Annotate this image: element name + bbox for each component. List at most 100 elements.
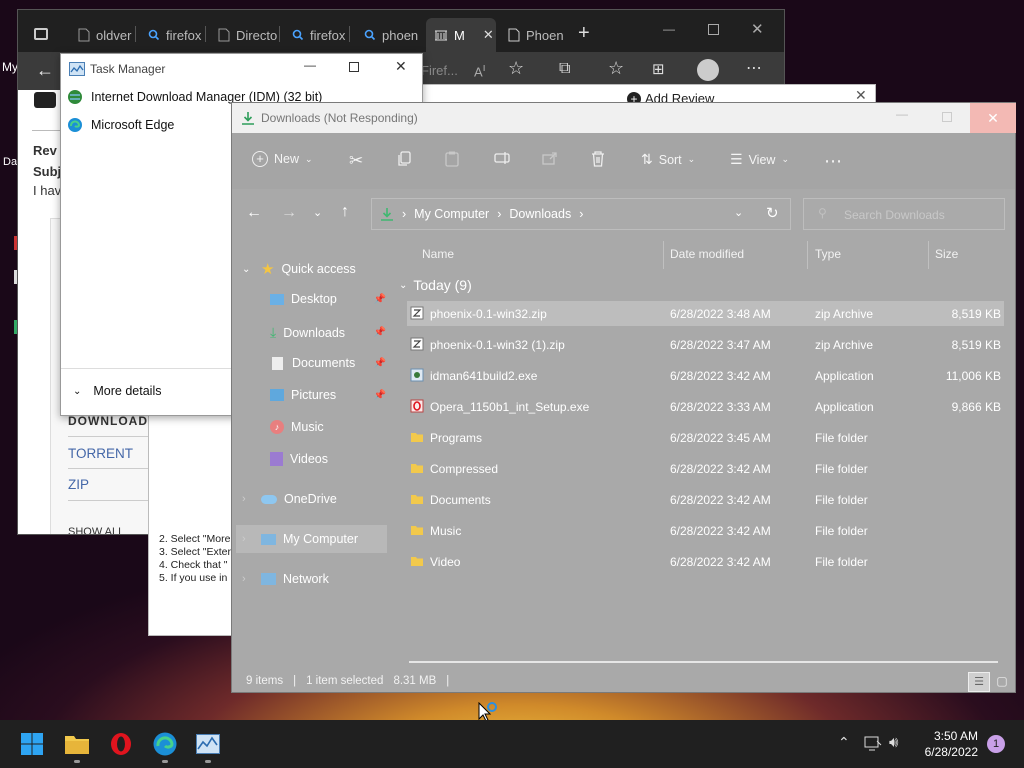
pin-icon[interactable]: 📌 (374, 390, 386, 401)
zip-link[interactable]: ZIP (68, 477, 89, 492)
clock-time[interactable]: 3:50 AM (920, 729, 978, 743)
nav-quick-access[interactable]: ⌄ ★ Quick access (242, 260, 356, 278)
see-more-icon[interactable]: ⋯ (824, 151, 842, 172)
maximize-button[interactable] (942, 112, 952, 122)
nav-desktop[interactable]: Desktop 📌 (270, 292, 386, 306)
back-icon[interactable]: ← (246, 204, 262, 222)
details-view-button[interactable]: ☰ (968, 672, 990, 692)
notification-badge[interactable]: 1 (987, 735, 1005, 753)
pin-icon[interactable]: 📌 (374, 327, 386, 338)
nav-pictures[interactable]: Pictures 📌 (270, 388, 386, 402)
up-icon[interactable]: ↑ (341, 203, 349, 221)
taskbar-edge[interactable] (149, 728, 181, 760)
nav-documents[interactable]: Documents 📌 (270, 356, 386, 370)
pin-icon[interactable]: 📌 (374, 358, 386, 369)
rename-icon[interactable] (494, 151, 512, 165)
address-history-icon[interactable]: ⌄ (734, 206, 743, 219)
favorite-add-icon[interactable]: ☆ (508, 58, 524, 79)
file-row[interactable]: Documents 6/28/2022 3:42 AM File folder (407, 487, 1004, 512)
delete-icon[interactable] (591, 151, 605, 167)
address-bar[interactable]: › My Computer › Downloads › ⌄ ↻ (371, 198, 791, 230)
chevron-right-icon: › (242, 573, 246, 585)
column-header-name[interactable]: Name (422, 247, 454, 261)
favorites-icon[interactable]: ☆ (608, 58, 624, 79)
file-row[interactable]: Compressed 6/28/2022 3:42 AM File folder (407, 456, 1004, 481)
nav-onedrive[interactable]: › OneDrive (242, 492, 337, 506)
close-button[interactable]: ✕ (970, 103, 1016, 133)
address-fragment[interactable]: Firef... (421, 63, 458, 78)
breadcrumb-downloads[interactable]: Downloads (509, 207, 571, 221)
maximize-button[interactable] (349, 62, 359, 72)
file-row[interactable]: Opera_1150b1_int_Setup.exe 6/28/2022 3:3… (407, 394, 1004, 419)
taskbar-file-explorer[interactable] (61, 728, 93, 760)
file-row[interactable]: Programs 6/28/2022 3:45 AM File folder (407, 425, 1004, 450)
taskbar-task-manager[interactable] (192, 728, 224, 760)
nav-my-computer[interactable]: › My Computer (242, 532, 358, 546)
close-button[interactable]: ✕ (395, 58, 407, 75)
clock-date[interactable]: 6/28/2022 (910, 745, 978, 759)
network-status-icon[interactable] (864, 735, 882, 751)
pin-icon[interactable]: 📌 (374, 294, 386, 305)
tab-firefox-1[interactable]: firefox (140, 18, 206, 52)
read-aloud-icon[interactable]: Aı (474, 62, 486, 79)
forward-icon[interactable]: → (281, 204, 297, 222)
copy-icon[interactable] (398, 151, 412, 167)
profile-avatar[interactable] (697, 59, 719, 81)
column-header-size[interactable]: Size (935, 247, 958, 261)
view-button[interactable]: ☰ View ⌄ (730, 151, 789, 168)
minimize-button[interactable]: — (304, 58, 316, 72)
recent-locations-icon[interactable]: ⌄ (313, 206, 322, 219)
group-header-today[interactable]: ⌄ Today (9) (399, 277, 472, 293)
desktop-label-my: My (2, 60, 18, 74)
refresh-icon[interactable]: ↻ (766, 204, 779, 222)
more-icon[interactable]: ⋯ (746, 58, 762, 78)
nav-downloads[interactable]: ⤓ Downloads 📌 (270, 324, 386, 341)
tab-phoenix-2[interactable]: Phoen (500, 18, 566, 52)
horizontal-scrollbar[interactable] (409, 661, 998, 663)
file-row[interactable]: phoenix-0.1-win32 (1).zip 6/28/2022 3:47… (407, 332, 1004, 357)
tab-oldversion[interactable]: oldver (70, 18, 136, 52)
nav-network[interactable]: › Network (242, 572, 329, 586)
start-button[interactable] (16, 728, 48, 760)
show-hidden-icons[interactable]: ⌃ (838, 734, 850, 751)
tab-active[interactable]: M ✕ (426, 18, 496, 52)
file-row[interactable]: Video 6/28/2022 3:42 AM File folder (407, 549, 1004, 574)
tab-actions-icon[interactable] (34, 28, 48, 40)
column-divider[interactable] (928, 241, 929, 269)
more-details-button[interactable]: ⌄ More details (73, 384, 161, 398)
sort-button[interactable]: ⇅ Sort ⌄ (641, 151, 695, 168)
minimize-button[interactable]: — (896, 107, 908, 121)
paste-icon[interactable] (445, 151, 459, 167)
maximize-button[interactable] (708, 24, 719, 35)
taskbar-opera[interactable] (105, 728, 137, 760)
new-tab-button[interactable]: + (578, 22, 590, 45)
new-button[interactable]: + New ⌄ (252, 151, 313, 167)
collections-icon[interactable]: ⊞ (652, 60, 665, 78)
file-row[interactable]: phoenix-0.1-win32.zip 6/28/2022 3:48 AM … (407, 301, 1004, 326)
file-row[interactable]: Music 6/28/2022 3:42 AM File folder (407, 518, 1004, 543)
file-row[interactable]: idman641build2.exe 6/28/2022 3:42 AM App… (407, 363, 1004, 388)
tab-phoenix[interactable]: phoen (356, 18, 422, 52)
column-header-type[interactable]: Type (815, 247, 841, 261)
tab-directory[interactable]: Directo (210, 18, 280, 52)
tiles-view-button[interactable]: ▢ (993, 672, 1011, 692)
search-box[interactable]: ⚲ Search Downloads (803, 198, 1005, 230)
minimize-button[interactable]: — (663, 22, 675, 36)
column-divider[interactable] (663, 241, 664, 269)
nav-music[interactable]: ♪ Music (270, 420, 324, 434)
close-button[interactable]: ✕ (751, 20, 764, 38)
extensions-icon[interactable]: ⧉ (559, 60, 570, 78)
volume-icon[interactable]: 🔊︎ (889, 734, 898, 751)
process-edge[interactable]: Microsoft Edge (67, 117, 174, 133)
close-tab-icon[interactable]: ✕ (483, 27, 494, 43)
cut-icon[interactable]: ✂ (349, 151, 363, 171)
column-header-date[interactable]: Date modified (670, 247, 744, 261)
torrent-link[interactable]: TORRENT (68, 446, 133, 461)
breadcrumb-my-computer[interactable]: My Computer (414, 207, 489, 221)
tab-firefox-2[interactable]: firefox (284, 18, 350, 52)
nav-videos[interactable]: Videos (270, 452, 328, 466)
back-icon[interactable]: ← (36, 60, 54, 81)
column-divider[interactable] (807, 241, 808, 269)
show-all-link[interactable]: SHOW ALL (68, 526, 124, 534)
share-icon[interactable] (542, 151, 558, 165)
